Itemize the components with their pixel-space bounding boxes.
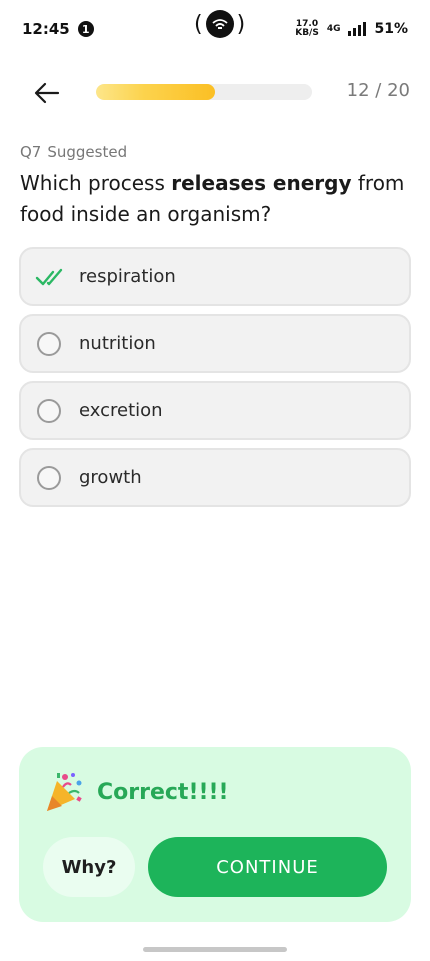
option-nutrition[interactable]: nutrition — [19, 314, 411, 373]
option-respiration[interactable]: respiration — [19, 247, 411, 306]
radio-circle-icon — [37, 398, 61, 423]
cast-bracket-left-icon: ( — [194, 11, 203, 37]
battery-percent: 51% — [374, 21, 408, 37]
network-speed: 17.0 KB/S — [295, 20, 319, 38]
continue-button[interactable]: CONTINUE — [148, 837, 387, 897]
why-button[interactable]: Why? — [43, 837, 135, 897]
arrow-left-icon — [34, 82, 60, 104]
radio-circle-icon — [37, 331, 61, 356]
feedback-header: Correct!!!! — [43, 771, 229, 813]
signal-icon — [348, 22, 367, 36]
quiz-header: 12 / 20 — [0, 70, 430, 114]
progress-fill — [96, 84, 215, 100]
question-number: Q7 — [20, 143, 42, 161]
option-label: growth — [79, 467, 142, 488]
cast-indicator: ( ) — [194, 10, 245, 38]
status-left: 12:45 1 — [22, 20, 94, 38]
option-label: respiration — [79, 266, 176, 287]
radio-circle-icon — [37, 465, 61, 490]
wifi-cast-icon — [205, 10, 234, 38]
status-time: 12:45 — [22, 20, 70, 38]
home-indicator[interactable] — [143, 947, 287, 952]
notification-badge: 1 — [77, 21, 94, 37]
cast-bracket-right-icon: ) — [236, 11, 246, 37]
option-growth[interactable]: growth — [19, 448, 411, 507]
status-right: 17.0 KB/S 4G 51% — [295, 20, 408, 38]
progress-count: 12 / 20 — [346, 80, 410, 101]
option-excretion[interactable]: excretion — [19, 381, 411, 440]
speed-unit: KB/S — [295, 28, 319, 38]
party-popper-icon — [47, 773, 82, 811]
question-text-start: Which process — [20, 171, 172, 195]
feedback-title: Correct!!!! — [97, 779, 229, 805]
status-bar: 12:45 1 ( ) 17.0 KB/S 4G 51% — [0, 0, 430, 58]
question-text: Which process releases energy from food … — [20, 168, 415, 230]
question-text-emphasis: releases energy — [171, 171, 352, 195]
network-type: 4G — [326, 24, 341, 34]
progress-bar — [96, 84, 312, 100]
question-meta: Q7 Suggested — [20, 143, 127, 161]
back-button[interactable] — [30, 76, 64, 110]
option-label: excretion — [79, 400, 163, 421]
option-label: nutrition — [79, 333, 156, 354]
double-check-icon — [35, 268, 63, 285]
feedback-panel: Correct!!!! Why? CONTINUE — [19, 747, 411, 922]
question-tag: Suggested — [47, 143, 128, 161]
